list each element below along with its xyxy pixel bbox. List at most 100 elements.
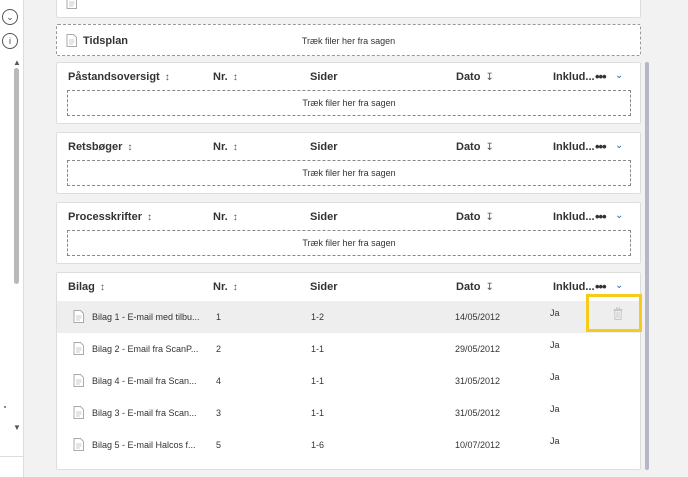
- section-title[interactable]: Påstandsoversigt ↕: [68, 71, 170, 83]
- row-name[interactable]: Bilag 1 - E-mail med tilbu...: [92, 312, 202, 322]
- row-inkluder[interactable]: Ja: [550, 404, 560, 414]
- sort-icon[interactable]: ↕: [100, 282, 105, 293]
- row-inkluder[interactable]: Ja: [550, 308, 560, 318]
- drop-zone[interactable]: Træk filer her fra sagen: [67, 160, 631, 186]
- section-header: Retsbøger ↕ Nr. ↕ Sider Dato ↧ Inklud... ••…: [57, 133, 640, 159]
- row-nr: 5: [216, 440, 222, 450]
- section-bilag: Bilag ↕ Nr. ↕ Sider Dato ↧ Inklud... ••• ⌄ …: [56, 272, 642, 470]
- chevron-down-icon[interactable]: ⌄: [615, 280, 623, 291]
- section-previous: [56, 0, 641, 18]
- sort-desc-icon[interactable]: ↧: [485, 282, 493, 293]
- row-nr: 1: [216, 312, 222, 322]
- section-tidsplan[interactable]: Tidsplan Træk filer her fra sagen: [56, 24, 641, 56]
- drop-zone[interactable]: Træk filer her fra sagen: [67, 90, 631, 116]
- sort-icon[interactable]: ↕: [165, 72, 170, 83]
- column-nr[interactable]: Nr. ↕: [213, 211, 238, 223]
- row-inkluder[interactable]: Ja: [550, 436, 560, 446]
- section-header: Processkrifter ↕ Nr. ↕ Sider Dato ↧ Inklud.…: [57, 203, 640, 229]
- table-row[interactable]: Bilag 4 - E-mail fra Scan... 4 1-1 31/05…: [57, 365, 640, 397]
- chevron-down-icon[interactable]: ⌄: [615, 140, 623, 151]
- section-title[interactable]: Bilag ↕: [68, 281, 105, 293]
- column-sider: Sider: [310, 211, 338, 223]
- row-sider: 1-1: [311, 344, 325, 354]
- drop-zone-text: Træk filer her fra sagen: [301, 36, 396, 46]
- left-rail: ⌄ i ▲ ▼: [0, 0, 24, 477]
- section-title[interactable]: Processkrifter ↕: [68, 211, 152, 223]
- left-scrollbar[interactable]: [14, 68, 19, 284]
- table-row[interactable]: Bilag 2 - Email fra ScanP... 2 1-1 29/05…: [57, 333, 640, 365]
- column-nr[interactable]: Nr. ↕: [213, 141, 238, 153]
- row-name[interactable]: Bilag 3 - E-mail fra Scan...: [92, 408, 202, 418]
- row-sider: 1-1: [311, 408, 325, 418]
- column-dato[interactable]: Dato ↧: [456, 71, 494, 83]
- column-inkluder: Inklud...: [553, 71, 595, 83]
- sort-icon[interactable]: ↕: [127, 142, 132, 153]
- row-name[interactable]: Bilag 4 - E-mail fra Scan...: [92, 376, 202, 386]
- delete-button[interactable]: [586, 294, 642, 332]
- more-icon[interactable]: •••: [595, 69, 607, 84]
- more-icon[interactable]: •••: [595, 209, 607, 224]
- column-sider: Sider: [310, 281, 338, 293]
- document-icon: [73, 310, 84, 323]
- row-dato: 31/05/2012: [455, 408, 501, 418]
- sort-icon[interactable]: ↕: [233, 282, 238, 293]
- row-sider: 1-2: [311, 312, 325, 322]
- section-paastandsoversigt: Påstandsoversigt ↕ Nr. ↕ Sider Dato ↧ Inklu…: [56, 62, 641, 124]
- table-row[interactable]: Bilag 3 - E-mail fra Scan... 3 1-1 31/05…: [57, 397, 640, 429]
- scroll-down-icon[interactable]: ▼: [13, 423, 21, 432]
- column-dato[interactable]: Dato ↧: [456, 141, 494, 153]
- row-name[interactable]: Bilag 2 - Email fra ScanP...: [92, 344, 202, 354]
- chevron-down-icon[interactable]: ⌄: [615, 70, 623, 81]
- section-retsboger: Retsbøger ↕ Nr. ↕ Sider Dato ↧ Inklud... ••…: [56, 132, 641, 194]
- document-icon: [73, 342, 84, 355]
- sort-icon[interactable]: ↕: [233, 212, 238, 223]
- sort-desc-icon[interactable]: ↧: [485, 142, 493, 153]
- row-dato: 10/07/2012: [455, 440, 501, 450]
- column-inkluder: Inklud...: [553, 211, 595, 223]
- more-icon[interactable]: •••: [595, 139, 607, 154]
- column-dato[interactable]: Dato ↧: [456, 281, 494, 293]
- column-inkluder: Inklud...: [553, 141, 595, 153]
- row-inkluder[interactable]: Ja: [550, 372, 560, 382]
- column-sider: Sider: [310, 71, 338, 83]
- more-icon[interactable]: •••: [595, 279, 607, 294]
- sort-icon[interactable]: ↕: [233, 72, 238, 83]
- section-title[interactable]: Retsbøger ↕: [68, 141, 132, 153]
- table-row[interactable]: Bilag 5 - E-mail Halcos f... 5 1-6 10/07…: [57, 429, 640, 461]
- sort-desc-icon[interactable]: ↧: [485, 72, 493, 83]
- chevron-down-circle-icon[interactable]: ⌄: [2, 9, 18, 25]
- sort-icon[interactable]: ↕: [147, 212, 152, 223]
- row-sider: 1-6: [311, 440, 325, 450]
- section-header: Påstandsoversigt ↕ Nr. ↕ Sider Dato ↧ Inklu…: [57, 63, 640, 89]
- rail-dot: [4, 406, 6, 408]
- row-dato: 31/05/2012: [455, 376, 501, 386]
- sort-icon[interactable]: ↕: [233, 142, 238, 153]
- rail-divider: [0, 456, 24, 457]
- row-dato: 29/05/2012: [455, 344, 501, 354]
- section-processkrifter: Processkrifter ↕ Nr. ↕ Sider Dato ↧ Inklud.…: [56, 202, 641, 264]
- info-icon[interactable]: i: [2, 33, 18, 49]
- table-row[interactable]: Bilag 1 - E-mail med tilbu... 1 1-2 14/0…: [57, 294, 642, 333]
- document-icon: [73, 438, 84, 451]
- section-header: Bilag ↕ Nr. ↕ Sider Dato ↧ Inklud... ••• ⌄: [57, 273, 640, 299]
- chevron-down-icon[interactable]: ⌄: [615, 210, 623, 221]
- sort-desc-icon[interactable]: ↧: [485, 212, 493, 223]
- row-dato: 14/05/2012: [455, 312, 501, 322]
- trash-icon[interactable]: [613, 307, 623, 320]
- column-nr[interactable]: Nr. ↕: [213, 71, 238, 83]
- scroll-up-icon[interactable]: ▲: [13, 58, 21, 67]
- row-nr: 3: [216, 408, 222, 418]
- column-dato[interactable]: Dato ↧: [456, 211, 494, 223]
- column-nr[interactable]: Nr. ↕: [213, 281, 238, 293]
- row-name[interactable]: Bilag 5 - E-mail Halcos f...: [92, 440, 202, 450]
- main-scrollbar[interactable]: [645, 62, 649, 470]
- document-icon: [73, 374, 84, 387]
- row-nr: 2: [216, 344, 222, 354]
- drop-zone[interactable]: Træk filer her fra sagen: [67, 230, 631, 256]
- column-sider: Sider: [310, 141, 338, 153]
- document-icon: [73, 406, 84, 419]
- row-inkluder[interactable]: Ja: [550, 340, 560, 350]
- row-nr: 4: [216, 376, 222, 386]
- row-sider: 1-1: [311, 376, 325, 386]
- document-icon: [66, 0, 77, 9]
